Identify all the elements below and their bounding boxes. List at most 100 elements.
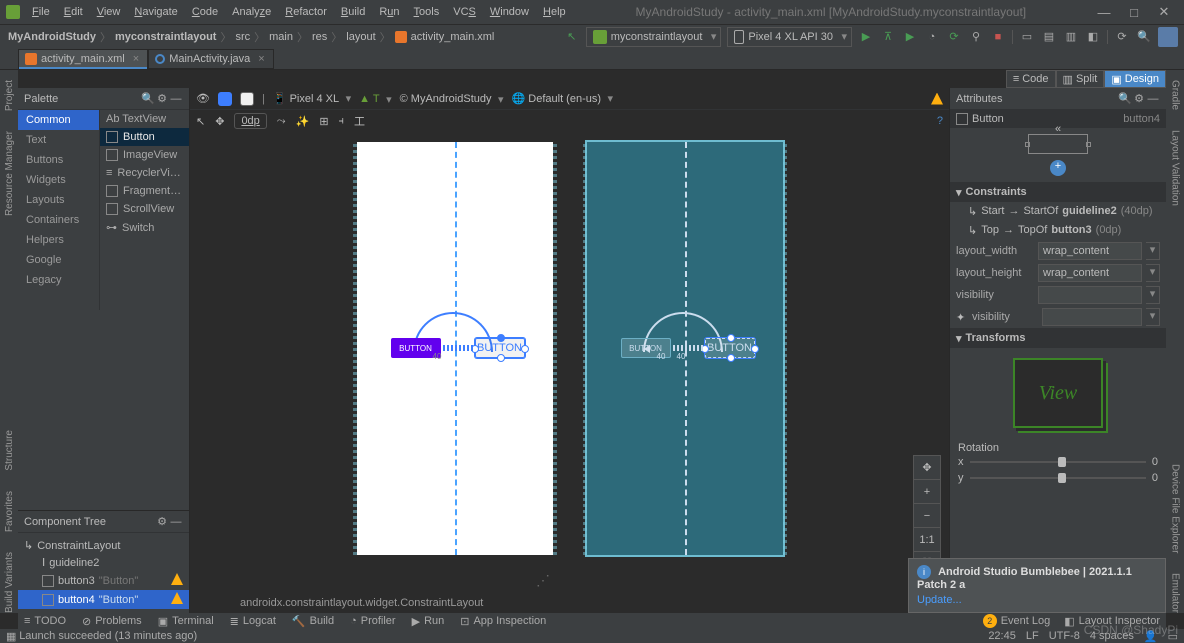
viewmode-split[interactable]: ▥ Split: [1056, 70, 1105, 88]
toolwindow-toggle[interactable]: ▦: [6, 630, 16, 643]
locale-selector[interactable]: 🌐 Default (en-us): [512, 92, 614, 105]
coverage-icon[interactable]: ▶: [902, 29, 918, 45]
clear-constraints-icon[interactable]: ✨: [296, 115, 310, 128]
menu-edit[interactable]: Edit: [58, 3, 89, 21]
layout-breadcrumb[interactable]: androidx.constraintlayout.widget.Constra…: [240, 597, 483, 609]
pal-item[interactable]: ImageView: [100, 146, 189, 164]
run-icon[interactable]: ▶: [858, 29, 874, 45]
apply-changes-icon[interactable]: ⟳: [946, 29, 962, 45]
menu-window[interactable]: Window: [484, 3, 535, 21]
pal-cat-text[interactable]: Text: [18, 130, 99, 150]
maximize-button[interactable]: □: [1120, 5, 1148, 20]
pal-cat-google[interactable]: Google: [18, 250, 99, 270]
infer-constraints-icon[interactable]: ⊞: [319, 115, 328, 128]
default-margin[interactable]: 0dp: [234, 113, 266, 129]
add-constraint-button[interactable]: +: [1050, 160, 1066, 176]
tool-terminal[interactable]: ▣ Terminal: [158, 615, 214, 628]
ctree-minimize-icon[interactable]: —: [169, 516, 183, 528]
tools-visibility-input[interactable]: [1042, 308, 1142, 326]
tab-activity-main[interactable]: activity_main.xml ×: [18, 49, 148, 69]
tool-profiler[interactable]: ◔ Profiler: [350, 615, 396, 627]
pan-tool-icon[interactable]: ✥: [215, 115, 224, 128]
tool-layout-validation[interactable]: Layout Validation: [1170, 130, 1181, 206]
section-transforms[interactable]: Transforms: [966, 332, 1026, 344]
line-separator[interactable]: LF: [1026, 630, 1039, 643]
tool-run[interactable]: ▶ Run: [412, 615, 445, 628]
tool-structure[interactable]: Structure: [4, 430, 15, 471]
menu-run[interactable]: Run: [373, 3, 405, 21]
file-encoding[interactable]: UTF-8: [1049, 630, 1080, 643]
zoom-out-button[interactable]: −: [914, 504, 940, 528]
menu-vcs[interactable]: VCS: [447, 3, 482, 21]
profile-icon[interactable]: ◔: [924, 29, 940, 45]
attrs-settings-icon[interactable]: ⚙: [1132, 92, 1146, 105]
visibility-input[interactable]: [1038, 286, 1142, 304]
stop-icon[interactable]: ■: [990, 29, 1006, 45]
tool-project[interactable]: Project: [4, 80, 15, 111]
ctree-node[interactable]: Ⅰguideline2: [18, 554, 189, 571]
close-tab-icon[interactable]: ×: [133, 53, 139, 65]
tool-problems[interactable]: ⊘ Problems: [82, 615, 142, 628]
tool-favorites[interactable]: Favorites: [4, 491, 15, 532]
section-constraints[interactable]: Constraints: [966, 186, 1027, 198]
constraint-widget[interactable]: «: [1028, 134, 1088, 154]
tool-device-file-explorer[interactable]: Device File Explorer: [1170, 464, 1181, 553]
pan-button[interactable]: ✥: [914, 456, 940, 480]
pal-item[interactable]: Fragment…: [100, 182, 189, 200]
select-tool-icon[interactable]: ↖: [196, 115, 205, 128]
help-icon[interactable]: ?: [937, 115, 943, 127]
layout-height-input[interactable]: wrap_content: [1038, 264, 1142, 282]
sync-arrow-icon[interactable]: ↖: [564, 29, 580, 45]
pal-item[interactable]: Ab TextView: [100, 110, 189, 128]
design-surface[interactable]: BUTTON BUTTON 40: [357, 142, 553, 555]
zoom-fit-button[interactable]: 1:1: [914, 528, 940, 552]
menu-analyze[interactable]: Analyze: [226, 3, 277, 21]
debug-icon[interactable]: ⊼: [880, 29, 896, 45]
caret-position[interactable]: 22:45: [988, 630, 1016, 643]
pal-cat-layouts[interactable]: Layouts: [18, 190, 99, 210]
pal-item[interactable]: ⊶Switch: [100, 218, 189, 237]
device-selector[interactable]: 📱 Pixel 4 XL: [273, 92, 351, 105]
menu-help[interactable]: Help: [537, 3, 572, 21]
autoconnect-icon[interactable]: ⤳: [277, 115, 286, 128]
viewmode-code[interactable]: ≡ Code: [1006, 70, 1056, 88]
pal-cat-widgets[interactable]: Widgets: [18, 170, 99, 190]
button4-bp[interactable]: BUTTON: [705, 338, 755, 358]
menu-build[interactable]: Build: [335, 3, 371, 21]
pal-cat-containers[interactable]: Containers: [18, 210, 99, 230]
design-warning-icon[interactable]: [931, 93, 943, 105]
button4-view[interactable]: BUTTON: [475, 338, 525, 358]
pal-item[interactable]: ScrollView: [100, 200, 189, 218]
tab-mainactivity[interactable]: MainActivity.java ×: [148, 49, 274, 69]
tool-build[interactable]: 🔨 Build: [292, 615, 334, 628]
ctree-settings-icon[interactable]: ⚙: [155, 515, 169, 528]
device-manager-icon[interactable]: ▥: [1063, 29, 1079, 45]
menu-refactor[interactable]: Refactor: [279, 3, 333, 21]
palette-settings-icon[interactable]: ⚙: [155, 92, 169, 105]
theme-selector[interactable]: © MyAndroidStudy: [400, 93, 504, 105]
surface-design-icon[interactable]: [240, 92, 254, 106]
resize-handle[interactable]: ⋰: [536, 572, 556, 589]
constraint-row[interactable]: ↳ Start → StartOf guideline2 (40dp): [950, 202, 1166, 221]
attrs-search-icon[interactable]: 🔍: [1118, 92, 1132, 105]
attach-debugger-icon[interactable]: ⚲: [968, 29, 984, 45]
update-link[interactable]: Update...: [917, 594, 962, 606]
menu-view[interactable]: View: [91, 3, 127, 21]
breadcrumb[interactable]: MyAndroidStudy〉 myconstraintlayout〉 src〉…: [0, 29, 494, 45]
ctree-node[interactable]: button4 "Button": [18, 590, 189, 609]
eye-icon[interactable]: 👁: [196, 92, 210, 105]
constraint-row[interactable]: ↳ Top → TopOf button3 (0dp): [950, 221, 1166, 240]
device-dropdown[interactable]: Pixel 4 XL API 30: [727, 27, 852, 47]
tool-build-variants[interactable]: Build Variants: [4, 552, 15, 613]
align-icon[interactable]: 工: [354, 113, 365, 129]
sync-project-icon[interactable]: ⟳: [1114, 29, 1130, 45]
update-notification[interactable]: i Android Studio Bumblebee | 2021.1.1 Pa…: [908, 558, 1166, 613]
tool-emulator[interactable]: Emulator: [1170, 573, 1181, 613]
rotation-x-slider[interactable]: [970, 461, 1146, 463]
palette-minimize-icon[interactable]: —: [169, 93, 183, 105]
layout-width-input[interactable]: wrap_content: [1038, 242, 1142, 260]
ctree-node[interactable]: button3 "Button": [18, 571, 189, 590]
menu-file[interactable]: File: [26, 3, 56, 21]
tool-app-inspection[interactable]: ⊡ App Inspection: [460, 615, 546, 628]
tool-todo[interactable]: ≡ TODO: [24, 615, 66, 627]
